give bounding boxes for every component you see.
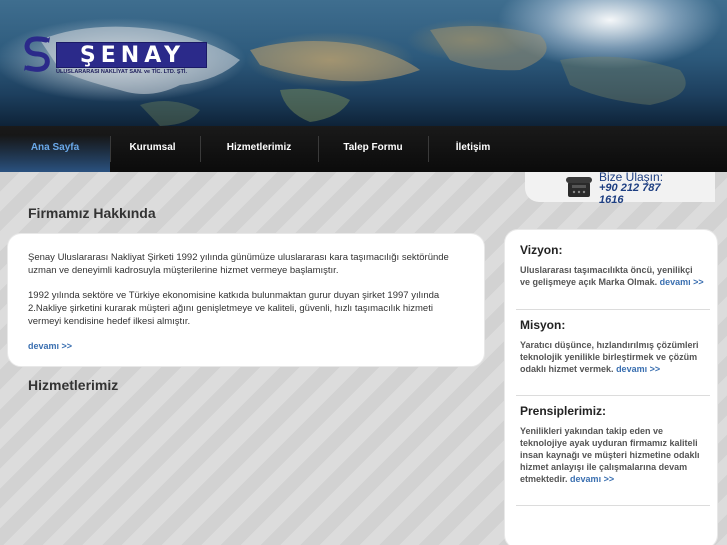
main-nav: Ana Sayfa Kurumsal Hizmetlerimiz Talep F… — [0, 126, 727, 172]
header-banner: ŞENAY ULUSLARARASI NAKLİYAT SAN. ve TİC.… — [0, 0, 727, 126]
company-logo[interactable]: ŞENAY ULUSLARARASI NAKLİYAT SAN. ve TİC.… — [20, 34, 207, 78]
logo-tagline: ULUSLARARASI NAKLİYAT SAN. ve TİC. LTD. … — [56, 69, 187, 75]
logo-wordmark-box: ŞENAY — [56, 42, 207, 68]
mission-text: Yaratıcı düşünce, hızlandırılmış çözümle… — [520, 339, 705, 375]
logo-s-swirl-icon — [24, 36, 50, 72]
logo-wordmark: ŞENAY — [79, 43, 186, 68]
nav-item-hizmetlerimiz[interactable]: Hizmetlerimiz — [200, 126, 318, 172]
nav-item-ana-sayfa[interactable]: Ana Sayfa — [0, 126, 110, 172]
nav-item-iletisim[interactable]: İletişim — [428, 126, 518, 172]
services-heading: Hizmetlerimiz — [28, 377, 119, 393]
principles-more-link[interactable]: devamı >> — [570, 474, 614, 484]
vision-text: Uluslararası taşımacılıkta öncü, yenilik… — [520, 264, 705, 288]
vision-heading: Vizyon: — [520, 243, 563, 257]
about-more-link[interactable]: devamı >> — [28, 341, 72, 351]
contact-phone-number[interactable]: +90 212 787 1616 — [599, 182, 679, 206]
telephone-icon — [566, 177, 592, 197]
mission-text-body: Yaratıcı düşünce, hızlandırılmış çözümle… — [520, 340, 699, 374]
side-divider — [516, 505, 710, 506]
principles-text: Yenilikleri yakından takip eden ve tekno… — [520, 425, 705, 485]
mission-heading: Misyon: — [520, 318, 566, 332]
about-paragraph-1: Şenay Uluslararası Nakliyat Şirketi 1992… — [28, 252, 449, 276]
side-divider — [516, 395, 710, 396]
principles-heading: Prensiplerimiz: — [520, 404, 607, 418]
vision-more-link[interactable]: devamı >> — [660, 277, 704, 287]
side-divider — [516, 309, 710, 310]
mission-more-link[interactable]: devamı >> — [616, 364, 660, 374]
about-paragraph-2: 1992 yılında sektöre ve Türkiye ekonomis… — [28, 290, 440, 327]
nav-item-talep-formu[interactable]: Talep Formu — [318, 126, 428, 172]
about-heading: Firmamız Hakkında — [28, 205, 156, 221]
nav-item-kurumsal[interactable]: Kurumsal — [110, 126, 195, 172]
